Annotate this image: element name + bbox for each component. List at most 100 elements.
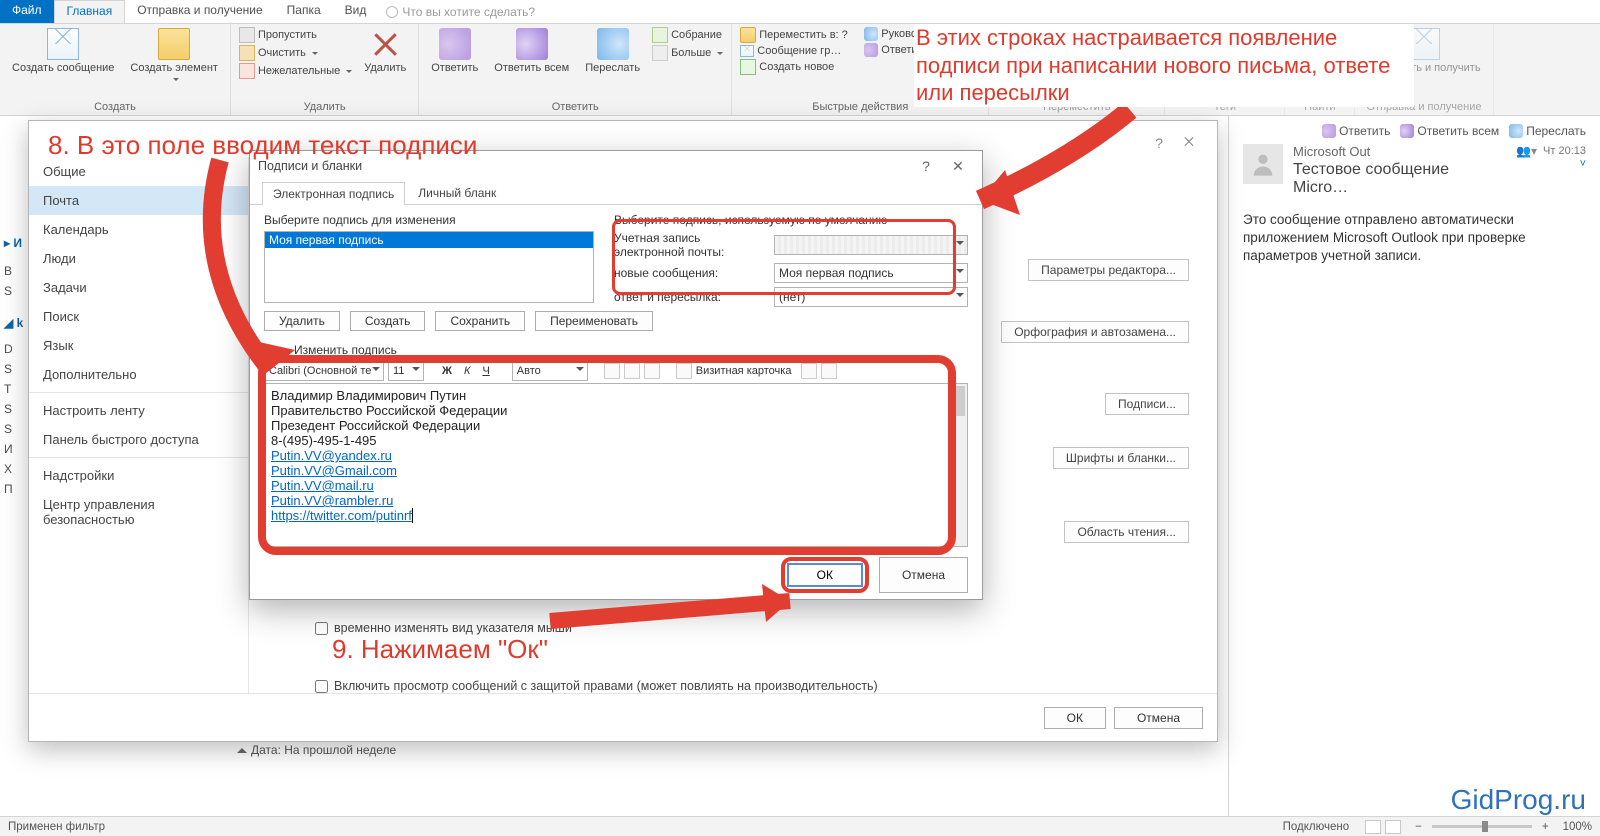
ignore-button[interactable]: Пропустить xyxy=(237,26,354,44)
tell-me-search[interactable]: Что вы хотите сделать? xyxy=(386,0,535,23)
sig-list-item[interactable]: Моя первая подпись xyxy=(265,232,593,248)
opt-tasks[interactable]: Задачи xyxy=(29,273,248,302)
fonts-button[interactable]: Шрифты и бланки... xyxy=(1053,447,1189,469)
view-reading-icon[interactable] xyxy=(1385,820,1401,834)
opt-people[interactable]: Люди xyxy=(29,244,248,273)
people-icon: 👥▾ xyxy=(1516,144,1537,158)
account-combo[interactable] xyxy=(774,235,968,255)
new-item-button[interactable]: Создать элемент xyxy=(124,26,224,84)
quick-create-new[interactable]: Создать новое xyxy=(738,58,858,76)
align-center-icon[interactable] xyxy=(624,363,640,379)
opt-mail[interactable]: Почта xyxy=(29,186,248,215)
chk-rights[interactable]: Включить просмотр сообщений с защитой пр… xyxy=(315,679,878,693)
quick-to-manager[interactable]: Руководителю xyxy=(862,26,982,42)
date-group-header[interactable]: Дата: На прошлой неделе xyxy=(237,743,396,757)
cleanup-button[interactable]: Очистить xyxy=(237,44,354,62)
editor-scrollbar[interactable] xyxy=(951,384,967,546)
reading-pane-button[interactable]: Область чтения... xyxy=(1064,521,1189,543)
bold-button[interactable]: Ж xyxy=(438,365,456,377)
tab-home[interactable]: Главная xyxy=(54,0,126,23)
editor-line: Правительство Российской Федерации xyxy=(271,403,961,418)
more-respond-button[interactable]: Больше xyxy=(650,44,725,62)
opt-customize-ribbon[interactable]: Настроить ленту xyxy=(29,396,248,425)
chk-cursor[interactable]: временно изменять вид указателя мыши xyxy=(315,621,572,635)
sig-ok-button[interactable]: ОК xyxy=(787,563,863,587)
tab-view[interactable]: Вид xyxy=(333,0,379,23)
envelope-icon xyxy=(47,28,79,60)
tab-send-receive[interactable]: Отправка и получение xyxy=(125,0,274,23)
meeting-button[interactable]: Собрание xyxy=(650,26,725,44)
zoom-in[interactable]: + xyxy=(1538,821,1553,833)
forward-icon xyxy=(597,28,629,60)
view-normal-icon[interactable] xyxy=(1365,820,1381,834)
sig-save-button[interactable]: Сохранить xyxy=(435,311,525,331)
reply-button[interactable]: Ответить xyxy=(425,26,484,76)
replyfwd-combo[interactable]: (нет) xyxy=(774,287,968,307)
size-combo[interactable]: 11 xyxy=(388,361,424,381)
underline-button[interactable]: Ч xyxy=(478,365,493,377)
opt-addins[interactable]: Надстройки xyxy=(29,461,248,490)
sig-new-button[interactable]: Создать xyxy=(350,311,426,331)
zoom-out[interactable]: − xyxy=(1411,821,1426,833)
sig-tab-email[interactable]: Электронная подпись xyxy=(262,182,405,205)
new-mail-button[interactable]: Создать сообщение xyxy=(6,26,120,76)
junk-button[interactable]: Нежелательные xyxy=(237,62,354,80)
editor-link[interactable]: https://twitter.com/putinrf xyxy=(271,508,413,523)
options-help-button[interactable]: ? xyxy=(1155,135,1163,151)
rp-reply-all[interactable]: Ответить всем xyxy=(1400,124,1499,138)
sig-close-button[interactable]: ✕ xyxy=(942,158,974,175)
move-button[interactable]: Переместить xyxy=(995,26,1074,84)
zoom-slider[interactable] xyxy=(1432,825,1532,828)
opt-calendar[interactable]: Календарь xyxy=(29,215,248,244)
sig-editor[interactable]: Владимир Владимирович Путин Правительств… xyxy=(264,383,968,547)
onenote-button[interactable]: OneNote xyxy=(1079,44,1159,62)
tab-file[interactable]: Файл xyxy=(0,0,54,23)
quick-reply-delete[interactable]: Ответить и уда… xyxy=(862,42,982,58)
forward-button[interactable]: Переслать xyxy=(579,26,646,76)
opt-language[interactable]: Язык xyxy=(29,331,248,360)
rp-forward[interactable]: Переслать xyxy=(1509,124,1586,138)
quick-moveto[interactable]: Переместить в: ? xyxy=(738,26,858,44)
rules-button[interactable]: Правила xyxy=(1079,26,1159,44)
color-combo[interactable]: Авто xyxy=(512,361,588,381)
font-combo[interactable]: Calibri (Основной те xyxy=(264,361,384,381)
align-left-icon[interactable] xyxy=(604,363,620,379)
align-right-icon[interactable] xyxy=(644,363,660,379)
sig-delete-button[interactable]: Удалить xyxy=(264,311,340,331)
sig-help-button[interactable]: ? xyxy=(910,158,942,174)
opt-qat[interactable]: Панель быстрого доступа xyxy=(29,425,248,454)
expand-icon xyxy=(237,743,247,753)
sig-cancel-button[interactable]: Отмена xyxy=(879,557,968,593)
send-receive-button[interactable]: Отправить и получить xyxy=(1361,26,1486,76)
opt-trust-center[interactable]: Центр управления безопасностью xyxy=(29,490,248,534)
editor-link[interactable]: Putin.VV@rambler.ru xyxy=(271,493,961,508)
options-cancel-button[interactable]: Отмена xyxy=(1114,707,1203,729)
newmsg-combo[interactable]: Моя первая подпись xyxy=(774,263,968,283)
options-close-button[interactable]: × xyxy=(1169,135,1209,155)
rules-icon xyxy=(1081,27,1097,43)
tab-folder[interactable]: Папка xyxy=(275,0,333,23)
italic-button[interactable]: К xyxy=(460,365,474,377)
signatures-button[interactable]: Подписи... xyxy=(1105,393,1189,415)
bizcard-label[interactable]: Визитная карточка xyxy=(696,365,792,377)
spelling-button[interactable]: Орфография и автозамена... xyxy=(1001,321,1189,343)
rp-reply[interactable]: Ответить xyxy=(1322,124,1390,138)
bizcard-icon[interactable] xyxy=(676,363,692,379)
editor-link[interactable]: Putin.VV@Gmail.com xyxy=(271,463,961,478)
reply-all-button[interactable]: Ответить всем xyxy=(488,26,575,76)
editor-link[interactable]: Putin.VV@yandex.ru xyxy=(271,448,961,463)
options-ok-button[interactable]: ОК xyxy=(1044,707,1106,729)
picture-icon[interactable] xyxy=(801,363,817,379)
quick-team-msg[interactable]: Сообщение гр… xyxy=(738,44,858,58)
opt-advanced[interactable]: Дополнительно xyxy=(29,360,248,389)
editor-link[interactable]: Putin.VV@mail.ru xyxy=(271,478,961,493)
followup-button[interactable]: К исполнению xyxy=(1171,40,1278,58)
unread-button[interactable]: Непрочитано xyxy=(1171,26,1278,40)
opt-search[interactable]: Поиск xyxy=(29,302,248,331)
hyperlink-icon[interactable] xyxy=(821,363,837,379)
editor-options-button[interactable]: Параметры редактора... xyxy=(1028,259,1189,281)
delete-button[interactable]: Удалить xyxy=(358,26,412,76)
sig-tab-stationery[interactable]: Личный бланк xyxy=(407,181,507,204)
opt-general[interactable]: Общие xyxy=(29,157,248,186)
sig-list[interactable]: Моя первая подпись xyxy=(264,231,594,303)
